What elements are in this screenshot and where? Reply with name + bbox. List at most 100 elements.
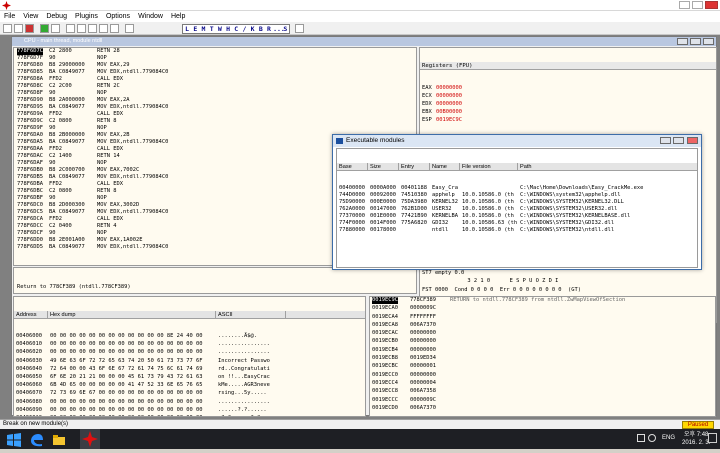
open-file-icon[interactable] (3, 24, 12, 33)
disasm-row[interactable]: 778F6D7C C2 2800 RETN 28 (14, 48, 416, 55)
menu-debug[interactable]: Debug (42, 13, 71, 20)
notifications-icon[interactable] (708, 433, 717, 443)
register-row[interactable]: ESP 0019EC9C (422, 117, 714, 125)
module-row[interactable]: 744D0000 00092000 74510380 apphelp 10.0.1058… (337, 192, 697, 199)
module-row[interactable]: 77370000 001E0000 77421B90 KERNELBA 10.0.105… (337, 213, 697, 220)
disasm-row[interactable]: 778F6D9A FFD2 CALL EDX (14, 111, 416, 118)
modules-close-button[interactable] (687, 137, 698, 144)
goto-icon[interactable] (125, 24, 134, 33)
stack-row[interactable]: 0019ECC8 006A7358 (370, 388, 715, 396)
toolbar-memory-button[interactable]: M (199, 25, 207, 33)
file-explorer-icon[interactable] (52, 432, 66, 446)
dump-row[interactable]: 00406090 00 00 00 00 00 00 00 00 00 00 00… (14, 407, 365, 415)
toolbar-log-button[interactable]: L (183, 25, 191, 33)
dump-col-address[interactable]: Address (14, 311, 48, 319)
toolbar-handles-button[interactable]: H (224, 25, 232, 33)
dump-row[interactable]: 00406010 00 00 00 00 00 00 00 00 00 00 00… (14, 341, 365, 349)
disasm-row[interactable]: 778F6D9F 90 NOP (14, 125, 416, 132)
toolbar-breakpoints-button[interactable]: B (257, 25, 265, 33)
register-row[interactable]: EBX 00B00000 (422, 109, 714, 117)
modules-table[interactable]: Base Size Entry Name File version Path 0… (336, 148, 698, 268)
disasm-row[interactable]: 778F6D8F 90 NOP (14, 90, 416, 97)
register-row[interactable]: ECX 00000000 (422, 93, 714, 101)
disasm-row[interactable]: 778F6D7F 90 NOP (14, 55, 416, 62)
step-over-icon[interactable] (77, 24, 86, 33)
hex-dump-pane[interactable]: Address Hex dump ASCII 00406000 00 00 00 … (13, 296, 366, 417)
menu-options[interactable]: Options (102, 13, 134, 20)
module-row[interactable]: 77880000 00178000 ntdll 10.0.10586.0 (th C:\… (337, 227, 697, 234)
step-into-icon[interactable] (66, 24, 75, 33)
cpu-minimize-button[interactable] (677, 38, 688, 45)
modules-minimize-button[interactable] (660, 137, 671, 144)
module-row[interactable]: 774F0000 0014F000 775A6820 GDI32 10.0.10586.… (337, 220, 697, 227)
dump-row[interactable]: 00406000 00 00 00 00 00 00 00 00 00 00 00… (14, 333, 365, 341)
disasm-row[interactable]: 778F6D8A FFD2 CALL EDX (14, 76, 416, 83)
dump-row[interactable]: 00406070 72 73 69 6E 67 00 00 00 00 00 00… (14, 390, 365, 398)
stack-pane[interactable]: 0019EC9C 778CF389 RETURN to ntdll.778CF389… (369, 296, 716, 417)
disasm-row[interactable]: 778F6D85 BA C0849077 MOV EDX,ntdll.779084C… (14, 69, 416, 76)
restart-icon[interactable] (14, 24, 23, 33)
menu-view[interactable]: View (19, 13, 42, 20)
edge-browser-icon[interactable] (30, 432, 44, 447)
dump-row[interactable]: 00406080 00 00 00 00 00 00 00 00 00 00 00… (14, 399, 365, 407)
toolbar-runtrace-button[interactable]: ... (273, 25, 285, 33)
stack-row[interactable]: 0019ECA4 FFFFFFFF (370, 314, 715, 322)
volume-icon[interactable] (648, 434, 656, 442)
help-icon[interactable] (295, 24, 304, 33)
toolbar-threads-button[interactable]: T (208, 25, 216, 33)
toolbar-windows-button[interactable]: W (216, 25, 224, 33)
modules-col-name[interactable]: Name (430, 163, 460, 171)
close-program-icon[interactable] (25, 24, 34, 33)
menu-window[interactable]: Window (134, 13, 167, 20)
module-row[interactable]: 75D90000 000E0000 75DA3980 KERNEL32 10.0.105… (337, 199, 697, 206)
stack-row[interactable]: 0019ECD0 006A7370 (370, 405, 715, 413)
stack-row[interactable]: 0019ECAC 00000000 (370, 330, 715, 338)
minimize-button[interactable] (679, 1, 690, 9)
stack-row[interactable]: 0019ECBC 00000001 (370, 363, 715, 371)
disasm-row[interactable]: 778F6D95 BA C0849077 MOV EDX,ntdll.779084C… (14, 104, 416, 111)
modules-col-size[interactable]: Size (368, 163, 399, 171)
dump-col-hex[interactable]: Hex dump (48, 311, 216, 319)
disasm-row[interactable]: 778F6D8C C2 2C00 RETN 2C (14, 83, 416, 90)
pause-icon[interactable] (51, 24, 60, 33)
stack-row[interactable]: 0019ECA8 006A7370 (370, 322, 715, 330)
taskbar-clock[interactable]: 오후 7:48 2016. 2. 3. (682, 431, 710, 447)
toolbar-references-button[interactable]: R (265, 25, 273, 33)
trace-over-icon[interactable] (99, 24, 108, 33)
stack-row[interactable]: 0019ECB8 0019ED34 (370, 355, 715, 363)
menu-file[interactable]: File (0, 13, 19, 20)
module-row[interactable]: 762A0000 00147000 762B1D00 USER32 10.0.10586… (337, 206, 697, 213)
register-row[interactable]: EAX 00000000 (422, 85, 714, 93)
menu-help[interactable]: Help (167, 13, 189, 20)
input-language-indicator[interactable]: ENG (662, 435, 675, 441)
modules-col-file-version[interactable]: File version (460, 163, 518, 171)
module-row[interactable]: 00400000 0000A000 00401188 Easy_Cra C:\Mac\H… (337, 185, 697, 192)
stack-row[interactable]: 0019ECB0 00000000 (370, 338, 715, 346)
dump-col-ascii[interactable]: ASCII (216, 311, 286, 319)
disasm-row[interactable]: 778F6D90 B8 2A000000 MOV EAX,2A (14, 97, 416, 104)
dump-row[interactable]: 004060A0 00 00 00 00 00 00 00 00 00 00 00… (14, 415, 365, 416)
windows-start-icon[interactable] (7, 432, 21, 447)
register-row[interactable]: EDX 00000000 (422, 101, 714, 109)
stack-row[interactable]: 0019ECCC 0000009C (370, 397, 715, 405)
close-button[interactable] (705, 1, 718, 9)
modules-col-path[interactable]: Path (518, 163, 697, 171)
toolbar-modules-button[interactable]: E (191, 25, 199, 33)
stack-row[interactable]: 0019EC9C 778CF389 RETURN to ntdll.778CF389… (370, 297, 715, 305)
dump-row[interactable]: 00406060 6B 4D 65 00 00 00 00 00 41 47 52… (14, 382, 365, 390)
trace-into-icon[interactable] (88, 24, 97, 33)
menu-plugins[interactable]: Plugins (71, 13, 102, 20)
modules-col-entry[interactable]: Entry (399, 163, 430, 171)
execute-till-return-icon[interactable] (110, 24, 119, 33)
toolbar-patches-button[interactable]: / (240, 25, 248, 33)
disasm-row[interactable]: 778F6D9C C2 0800 RETN 8 (14, 118, 416, 125)
toolbar-source-button[interactable]: S (281, 25, 289, 33)
dump-row[interactable]: 00406040 72 64 00 00 43 6F 6E 67 72 61 74… (14, 366, 365, 374)
cpu-maximize-button[interactable] (690, 38, 701, 45)
stack-row[interactable]: 0019ECC4 00000004 (370, 380, 715, 388)
dump-row[interactable]: 00406050 6F 6E 20 21 21 00 00 00 45 61 73… (14, 374, 365, 382)
disasm-row[interactable]: 778F6D80 B8 29000000 MOV EAX,29 (14, 62, 416, 69)
run-icon[interactable] (40, 24, 49, 33)
modules-col-base[interactable]: Base (337, 163, 368, 171)
network-icon[interactable] (637, 434, 645, 442)
